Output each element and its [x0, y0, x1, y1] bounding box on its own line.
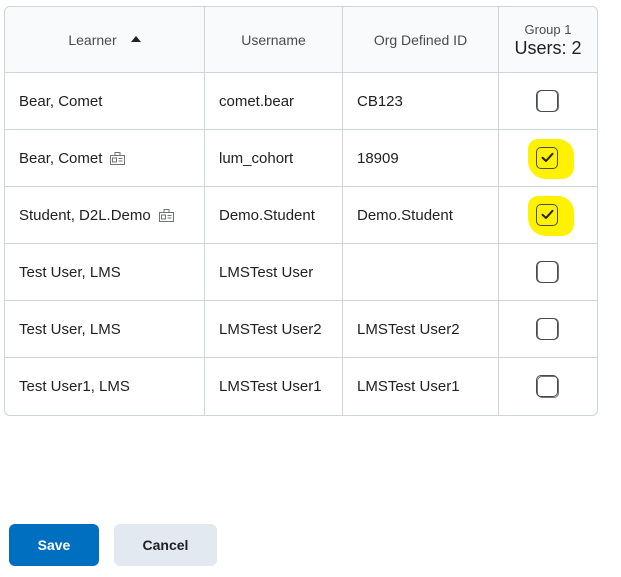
username-cell: Demo.Student	[205, 187, 343, 244]
group-checkbox-cell	[499, 73, 597, 130]
username-cell: LMSTest User2	[205, 301, 343, 358]
group-column-header: Group 1 Users: 2	[499, 7, 597, 73]
username-cell: lum_cohort	[205, 130, 343, 187]
learner-name: Bear, Comet	[19, 149, 103, 167]
group-title: Group 1	[524, 21, 572, 37]
checkmark-icon	[541, 152, 553, 162]
learner-cell: Test User1, LMS	[5, 358, 205, 415]
learner-name: Test User, LMS	[19, 263, 121, 281]
checkbox-frame	[536, 317, 558, 340]
table-row: Test User, LMS LMSTest User2 LMSTest User2	[5, 301, 597, 358]
group-checkbox-cell	[499, 130, 597, 187]
group-checkbox-cell	[499, 301, 597, 358]
learner-cell: Test User, LMS	[5, 301, 205, 358]
save-button[interactable]: Save	[9, 524, 99, 566]
role-switch-icon	[158, 208, 174, 222]
role-switch-icon	[110, 151, 126, 165]
sort-ascending-icon	[130, 35, 141, 42]
username-cell: LMSTest User	[205, 244, 343, 301]
learner-name: Test User1, LMS	[19, 378, 130, 395]
learner-name: Test User, LMS	[19, 320, 121, 338]
learner-header-label: Learner	[68, 31, 117, 48]
group-membership-checkbox[interactable]	[536, 317, 559, 340]
checkmark-icon	[541, 209, 553, 219]
table-header-row: Learner Username Org Defined ID Group 1 …	[5, 7, 597, 73]
org-id-cell: 18909	[343, 130, 499, 187]
org-id-column-header: Org Defined ID	[343, 7, 499, 73]
table-row: Test User1, LMS LMSTest User1 LMSTest User…	[5, 358, 597, 415]
learner-column-header[interactable]: Learner	[5, 7, 205, 73]
group-membership-checkbox[interactable]	[536, 260, 559, 283]
username-cell: LMSTest User1	[205, 358, 343, 415]
table-row: Student, D2L.Demo Demo.Student Demo.Studen…	[5, 187, 597, 244]
learner-cell: Student, D2L.Demo	[5, 187, 205, 244]
username-column-header: Username	[205, 7, 343, 73]
group-user-count: Users: 2	[514, 37, 582, 58]
username-cell: comet.bear	[205, 73, 343, 130]
org-id-cell: CB123	[343, 73, 499, 130]
learner-name: Student, D2L.Demo	[19, 206, 151, 224]
org-id-cell	[343, 244, 499, 301]
org-id-cell: Demo.Student	[343, 187, 499, 244]
org-id-header-label: Org Defined ID	[373, 31, 468, 48]
username-header-label: Username	[241, 31, 306, 48]
learner-name: Bear, Comet	[19, 92, 103, 110]
checkbox-frame	[536, 260, 558, 283]
checkbox-frame	[536, 375, 558, 397]
learner-cell: Bear, Comet	[5, 73, 205, 130]
org-id-cell: LMSTest User2	[343, 301, 499, 358]
group-checkbox-cell	[499, 358, 597, 415]
table-row: Bear, Comet lum_cohort 18909	[5, 130, 597, 187]
checkbox-frame	[536, 89, 558, 112]
cancel-button[interactable]: Cancel	[114, 524, 217, 566]
table-row: Bear, Comet comet.bear CB123	[5, 73, 597, 130]
group-membership-checkbox[interactable]	[536, 375, 559, 398]
group-membership-checkbox[interactable]	[536, 89, 559, 112]
learner-cell: Bear, Comet	[5, 130, 205, 187]
org-id-cell: LMSTest User1	[343, 358, 499, 415]
group-checkbox-cell	[499, 244, 597, 301]
group-membership-checkbox[interactable]	[527, 139, 574, 179]
group-checkbox-cell	[499, 187, 597, 244]
table-body: Bear, Comet comet.bear CB123 Bear, Comet lum…	[5, 73, 597, 415]
table-row: Test User, LMS LMSTest User	[5, 244, 597, 301]
learner-cell: Test User, LMS	[5, 244, 205, 301]
page: Learner Username Org Defined ID Group 1 …	[0, 0, 621, 577]
group-membership-checkbox[interactable]	[527, 196, 574, 236]
enrollment-table: Learner Username Org Defined ID Group 1 …	[4, 6, 598, 416]
